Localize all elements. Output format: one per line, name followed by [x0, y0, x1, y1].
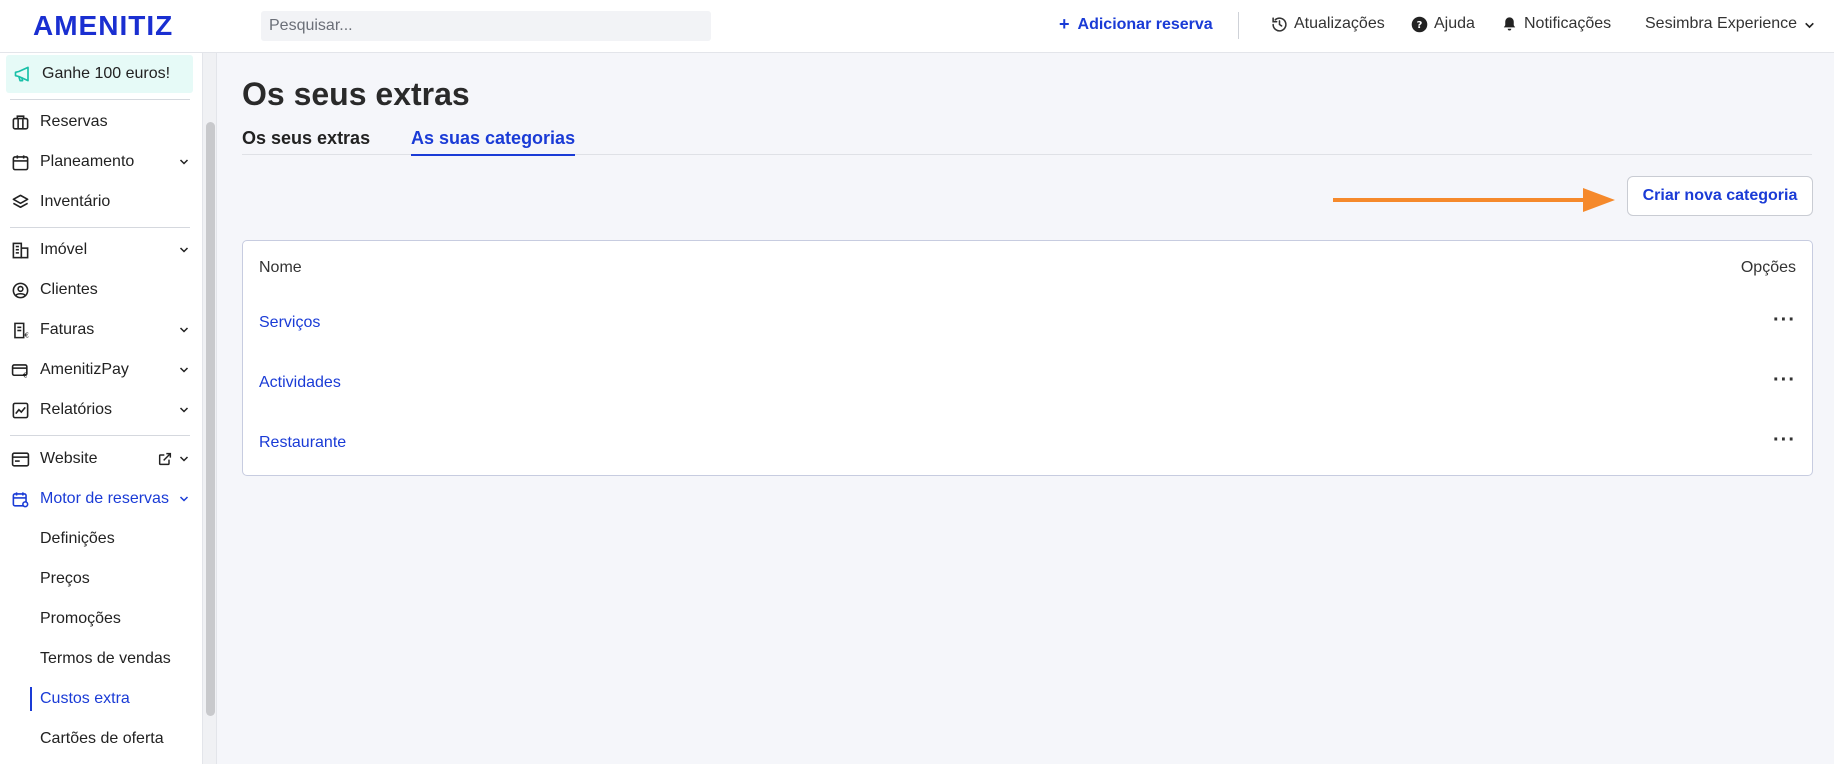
table-row: Actividades ···	[243, 364, 1812, 404]
sidebar-item-reservas[interactable]: Reservas	[10, 108, 190, 136]
svg-text:€: €	[22, 370, 27, 379]
sidebar-divider	[10, 435, 190, 436]
promo-label: Ganhe 100 euros!	[42, 65, 171, 82]
sidebar-subitem-precos[interactable]: Preços	[40, 567, 90, 591]
column-header-options: Opções	[1740, 259, 1796, 276]
column-header-name: Nome	[259, 259, 302, 276]
sidebar-item-planeamento[interactable]: Planeamento	[10, 148, 190, 176]
more-options-icon[interactable]: ···	[1773, 430, 1796, 450]
tab-extras[interactable]: Os seus extras	[242, 128, 370, 154]
svg-text:€: €	[24, 330, 29, 339]
chevron-down-icon	[179, 456, 189, 462]
create-category-button[interactable]: Criar nova categoria	[1627, 176, 1813, 216]
sidebar-item-label: Planeamento	[40, 153, 135, 170]
header-divider	[1238, 12, 1239, 39]
layers-icon	[12, 194, 28, 208]
user-circle-icon	[12, 282, 28, 298]
browser-icon	[11, 451, 29, 467]
calendar-icon	[12, 154, 28, 170]
more-options-icon[interactable]: ···	[1773, 310, 1796, 330]
orange-arrow-annotation	[1333, 188, 1615, 212]
category-link[interactable]: Serviços	[259, 314, 320, 332]
chevron-down-icon	[179, 327, 189, 333]
updates-label: Atualizações	[1294, 15, 1385, 32]
plus-icon: +	[1059, 14, 1070, 34]
more-options-icon[interactable]: ···	[1773, 370, 1796, 390]
sidebar-item-motor-de-reservas[interactable]: Motor de reservas	[10, 485, 190, 513]
help-button[interactable]: ? Ajuda	[1411, 15, 1475, 33]
sidebar-item-relatorios[interactable]: Relatórios	[10, 396, 190, 424]
chevron-down-icon	[179, 407, 189, 413]
sidebar-divider	[10, 227, 190, 228]
sidebar-subitem-custos-extra[interactable]: Custos extra	[40, 687, 130, 711]
categories-table: Nome Opções Serviços ··· Actividades ···…	[242, 240, 1813, 476]
amenitiz-logo[interactable]: AMENITIZ	[33, 10, 173, 42]
sidebar-subitem-definicoes[interactable]: Definições	[40, 527, 115, 551]
table-row: Serviços ···	[243, 304, 1812, 344]
category-link[interactable]: Restaurante	[259, 434, 346, 452]
tab-bar: Os seus extras As suas categorias	[242, 128, 1812, 156]
sidebar-item-label: Website	[40, 450, 98, 467]
search-input[interactable]	[261, 11, 711, 41]
svg-text:?: ?	[1417, 20, 1423, 31]
chevron-down-icon	[179, 159, 189, 165]
tab-categorias[interactable]: As suas categorias	[411, 128, 576, 156]
table-row: Restaurante ···	[243, 424, 1812, 464]
top-bar: AMENITIZ + Adicionar reserva Atualizaçõe…	[0, 0, 1834, 53]
sidebar-item-label: Motor de reservas	[40, 490, 169, 507]
promo-banner[interactable]: Ganhe 100 euros!	[6, 55, 193, 93]
sidebar-item-amenitizpay[interactable]: € AmenitizPay	[10, 356, 190, 384]
sidebar-item-label: Clientes	[40, 281, 98, 298]
sidebar-scrollbar-thumb[interactable]	[206, 122, 215, 716]
account-name: Sesimbra Experience	[1645, 15, 1798, 32]
invoice-icon: €	[13, 322, 29, 339]
sidebar-item-label: Inventário	[40, 193, 111, 210]
account-menu[interactable]: Sesimbra Experience	[1645, 15, 1816, 33]
sidebar-subitem-cartoes[interactable]: Cartões de oferta	[40, 727, 164, 751]
booking-engine-icon	[12, 491, 28, 507]
bell-icon	[1503, 16, 1516, 31]
sidebar-item-label: Imóvel	[40, 241, 88, 258]
notifications-label: Notificações	[1524, 15, 1612, 32]
sidebar: Ganhe 100 euros! Reservas Planeamento In…	[0, 53, 203, 764]
sidebar-subitem-promocoes[interactable]: Promoções	[40, 607, 121, 631]
external-link-icon[interactable]	[157, 451, 173, 467]
history-icon	[1272, 16, 1287, 32]
sidebar-item-label: AmenitizPay	[40, 361, 129, 378]
help-icon: ?	[1411, 16, 1428, 32]
sidebar-item-imovel[interactable]: Imóvel	[10, 236, 190, 264]
chevron-down-icon	[179, 367, 189, 373]
sidebar-item-website[interactable]: Website	[10, 445, 190, 473]
add-reservation-button[interactable]: + Adicionar reserva	[1059, 14, 1213, 35]
add-reservation-label: Adicionar reserva	[1077, 15, 1213, 33]
megaphone-icon	[14, 66, 29, 82]
updates-button[interactable]: Atualizações	[1271, 15, 1385, 33]
chart-icon	[12, 402, 28, 418]
notifications-button[interactable]: Notificações	[1501, 15, 1611, 33]
suitcase-icon	[12, 114, 28, 130]
help-label: Ajuda	[1434, 15, 1475, 32]
sidebar-item-inventario[interactable]: Inventário	[10, 188, 190, 216]
building-icon	[12, 242, 28, 258]
category-link[interactable]: Actividades	[259, 374, 341, 392]
chevron-down-icon	[179, 247, 189, 253]
sidebar-item-label: Relatórios	[40, 401, 113, 418]
active-item-marker	[30, 687, 32, 711]
sidebar-divider	[10, 99, 190, 100]
page-title: Os seus extras	[242, 76, 470, 112]
sidebar-subitem-termos[interactable]: Termos de vendas	[40, 647, 171, 671]
chevron-down-icon	[179, 496, 189, 502]
sidebar-item-clientes[interactable]: Clientes	[10, 276, 190, 304]
sidebar-item-label: Reservas	[40, 113, 108, 130]
sidebar-item-label: Faturas	[40, 321, 95, 338]
sidebar-item-faturas[interactable]: € Faturas	[10, 316, 190, 344]
card-icon: €	[11, 363, 27, 379]
chevron-down-icon	[1805, 22, 1814, 29]
